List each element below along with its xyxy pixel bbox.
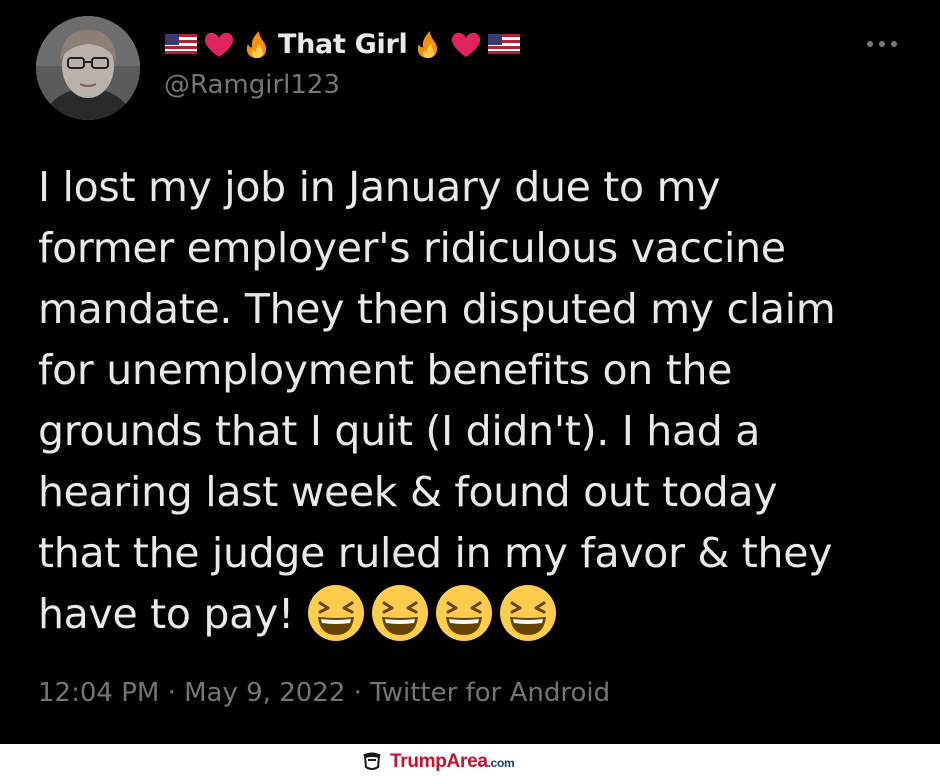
display-name[interactable]: That Girl [278,29,408,60]
laughing-face-icon [498,583,558,643]
laughing-face-icon [370,583,430,643]
tweet-line: former employer's ridiculous vaccine [38,224,786,272]
tweet-line: I lost my job in January due to my [38,163,721,211]
watermark-text: TrumpArea.com [390,751,515,773]
tweet-line: mandate. They then disputed my claim [38,285,836,333]
tweet-source[interactable]: Twitter for Android [370,678,610,708]
tweet-line: for unemployment benefits on the [38,346,733,394]
tweet-metadata: 12:04 PM · May 9, 2022 · Twitter for And… [38,678,610,708]
watermark-tld: .com [487,756,515,770]
meta-separator: · [167,678,176,708]
us-flag-icon [487,29,521,59]
red-heart-icon [202,29,236,59]
red-heart-icon [449,29,483,59]
tweet-date[interactable]: May 9, 2022 [184,678,345,708]
watermark: TrumpArea.com [360,748,515,776]
watermark-brand: TrumpArea [390,751,488,772]
watermark-logo-icon [360,748,384,776]
meta-separator: · [353,678,362,708]
more-dot-icon [879,41,885,47]
laughing-face-icon [434,583,494,643]
tweet-line: hearing last week & found out today [38,468,778,516]
us-flag-icon [164,29,198,59]
laughing-face-icon [306,583,366,643]
tweet-line-text: have to pay! [38,590,295,638]
top-edge [0,0,940,6]
more-dot-icon [867,41,873,47]
more-dot-icon [891,41,897,47]
author-handle[interactable]: @Ramgirl123 [164,70,340,100]
more-options-button[interactable] [860,30,904,58]
fire-icon [411,29,445,59]
tweet-body: I lost my job in January due to my forme… [38,157,918,645]
tweet-line: grounds that I quit (I didn't). I had a [38,407,761,455]
avatar[interactable] [36,16,140,120]
laughing-emoji-group [306,583,558,643]
tweet-line: that the judge ruled in my favor & they [38,529,833,577]
tweet-time[interactable]: 12:04 PM [38,678,159,708]
author-name-row[interactable]: That Girl [164,24,521,64]
tweet-last-line: have to pay! [38,584,918,645]
fire-icon [240,29,274,59]
